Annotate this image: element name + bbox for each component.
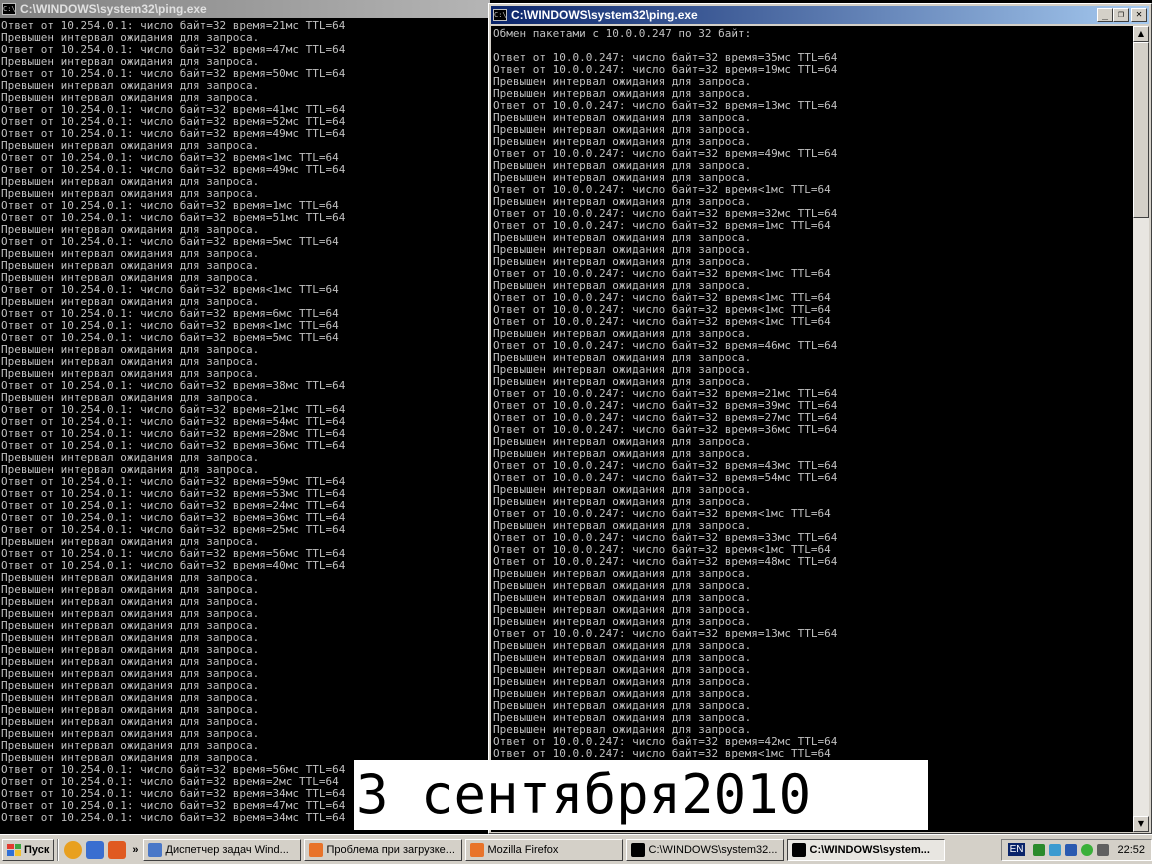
tray-status-icon[interactable] (1033, 843, 1046, 856)
tray-shield-icon[interactable] (1049, 843, 1062, 856)
clock[interactable]: 22:52 (1117, 844, 1145, 856)
quicklaunch-chevron-icon[interactable]: » (132, 844, 138, 856)
task-label: C:\WINDOWS\system... (809, 843, 930, 856)
quicklaunch-browser-icon[interactable] (64, 840, 83, 859)
taskbar-task-button[interactable]: C:\WINDOWS\system32... (625, 838, 784, 861)
date-caption: 3 сентября2010 (354, 760, 928, 830)
taskbar-task-button[interactable]: C:\WINDOWS\system... (786, 838, 945, 861)
start-button[interactable]: Пуск (2, 838, 55, 861)
tray-network-icon[interactable] (1065, 843, 1078, 856)
tray-antivirus-icon[interactable] (1081, 843, 1094, 856)
windows-logo-icon (7, 843, 21, 856)
task-app-icon (469, 842, 484, 857)
taskbar-separator (57, 838, 60, 861)
tray-volume-icon[interactable] (1097, 843, 1110, 856)
task-label: C:\WINDOWS\system32... (648, 843, 778, 856)
minimize-button[interactable]: _ (1097, 8, 1113, 22)
maximize-button[interactable]: ❐ (1113, 8, 1129, 22)
console-line: Обмен пакетами с 10.0.0.247 по 32 байт: (493, 27, 752, 40)
right-console-output: Обмен пакетами с 10.0.0.247 по 32 байт: О… (491, 26, 1133, 832)
task-app-icon (147, 842, 162, 857)
quicklaunch-desktop-icon[interactable] (86, 840, 105, 859)
start-label: Пуск (24, 843, 50, 856)
task-label: Mozilla Firefox (487, 843, 559, 856)
system-tray: EN 22:52 (1000, 838, 1152, 861)
taskbar-task-button[interactable]: Проблема при загрузке... (303, 838, 462, 861)
taskbar-task-button[interactable]: Mozilla Firefox (464, 838, 623, 861)
task-label: Проблема при загрузке... (326, 843, 455, 856)
task-app-icon (308, 842, 323, 857)
task-app-icon (630, 842, 645, 857)
quicklaunch-app-icon[interactable] (108, 840, 127, 859)
console-icon: C:\ (2, 3, 16, 15)
task-app-icon (791, 842, 806, 857)
vertical-scrollbar[interactable]: ▲ ▼ (1133, 26, 1149, 832)
task-label: Диспетчер задач Wind... (165, 843, 289, 856)
left-window-titlebar[interactable]: C:\ C:\WINDOWS\system32\ping.exe (0, 0, 490, 18)
right-window-titlebar[interactable]: C:\ C:\WINDOWS\system32\ping.exe _ ❐ ✕ (491, 6, 1149, 24)
left-console-output: Ответ от 10.254.0.1: число байт=32 время… (1, 20, 489, 834)
ping-console-window-right[interactable]: C:\ C:\WINDOWS\system32\ping.exe _ ❐ ✕ О… (488, 3, 1152, 834)
ping-console-window-left[interactable]: C:\ C:\WINDOWS\system32\ping.exe Ответ о… (0, 0, 490, 834)
left-window-title: C:\WINDOWS\system32\ping.exe (20, 2, 207, 16)
taskbar-task-button[interactable]: Диспетчер задач Wind... (142, 838, 301, 861)
language-indicator[interactable]: EN (1007, 843, 1026, 856)
right-window-title: C:\WINDOWS\system32\ping.exe (511, 8, 698, 22)
scroll-down-arrow-icon[interactable]: ▼ (1133, 816, 1149, 832)
taskbar: Пуск » Диспетчер задач Wind... Проблема п… (0, 834, 1152, 864)
close-button[interactable]: ✕ (1131, 8, 1147, 22)
scrollbar-thumb[interactable] (1133, 42, 1149, 218)
console-icon: C:\ (493, 9, 507, 21)
scroll-up-arrow-icon[interactable]: ▲ (1133, 26, 1149, 42)
console-line: Ответ от 10.0.0.247: число байт=32 время… (493, 747, 831, 760)
